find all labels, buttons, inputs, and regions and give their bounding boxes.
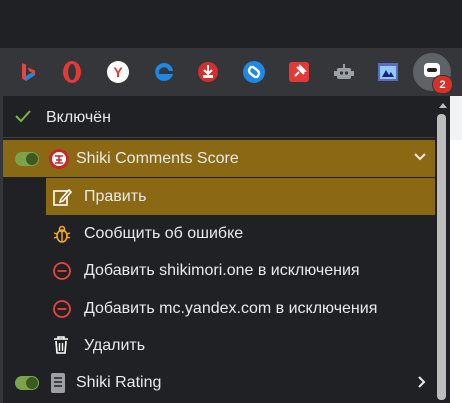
edge-icon[interactable] (150, 58, 178, 86)
shiki-logo-icon (48, 148, 70, 170)
extension-name: Shiki Rating (76, 373, 162, 391)
extension-name: Shiki Comments Score (76, 149, 239, 167)
opera-icon[interactable] (58, 58, 86, 86)
block-icon (52, 261, 72, 281)
menu-item-delete[interactable]: Удалить (3, 327, 435, 364)
download-icon[interactable] (194, 58, 222, 86)
extension-toggle[interactable] (15, 152, 39, 166)
yandex-icon[interactable]: Y (104, 58, 132, 86)
robot-icon[interactable] (330, 58, 358, 86)
menu-item-label: Удалить (84, 336, 146, 354)
scroll-up-arrow-icon[interactable] (435, 98, 450, 112)
extension-badge: 2 (432, 75, 453, 94)
bing-icon[interactable] (14, 58, 42, 86)
document-icon (49, 372, 67, 394)
menu-divider (3, 137, 435, 138)
trash-icon (52, 335, 70, 355)
svg-text:Y: Y (113, 64, 123, 80)
menu-item-exclude-yandex[interactable]: Добавить mc.yandex.com в исключения (3, 290, 435, 327)
extensions-toolbar: Y (0, 48, 462, 96)
chevron-down-icon[interactable] (413, 152, 427, 162)
puzzle-window-icon[interactable] (374, 58, 402, 86)
extension-menu: Включён Shiki Comments Score Править Соо… (3, 96, 450, 403)
chevron-right-icon[interactable] (417, 375, 427, 389)
extension-row-shiki-rating[interactable]: Shiki Rating (3, 364, 435, 401)
menu-item-report-bug[interactable]: Сообщить об ошибке (3, 215, 435, 252)
page-background-edge (450, 96, 462, 140)
pin-icon[interactable] (285, 58, 313, 86)
check-icon (15, 109, 31, 123)
menu-item-label: Сообщить об ошибке (84, 224, 244, 242)
page-background-edge (450, 140, 462, 403)
menu-item-label: Добавить shikimori.one в исключения (84, 261, 360, 279)
menu-item-edit[interactable]: Править (46, 178, 435, 215)
block-icon (52, 299, 72, 319)
bug-icon (52, 224, 72, 244)
extension-row-shiki-comments-score[interactable]: Shiki Comments Score (3, 140, 435, 177)
scrollbar-thumb[interactable] (437, 114, 446, 400)
extension-toggle[interactable] (15, 376, 39, 390)
enabled-row[interactable]: Включён (3, 99, 435, 136)
menu-item-exclude-shikimori[interactable]: Добавить shikimori.one в исключения (3, 252, 435, 289)
menu-item-label: Править (84, 187, 147, 205)
menu-item-label: Добавить mc.yandex.com в исключения (84, 299, 378, 317)
enabled-label: Включён (46, 108, 111, 126)
browser-top-strip (0, 0, 462, 48)
shazam-icon[interactable] (240, 58, 268, 86)
edit-icon (52, 187, 72, 207)
